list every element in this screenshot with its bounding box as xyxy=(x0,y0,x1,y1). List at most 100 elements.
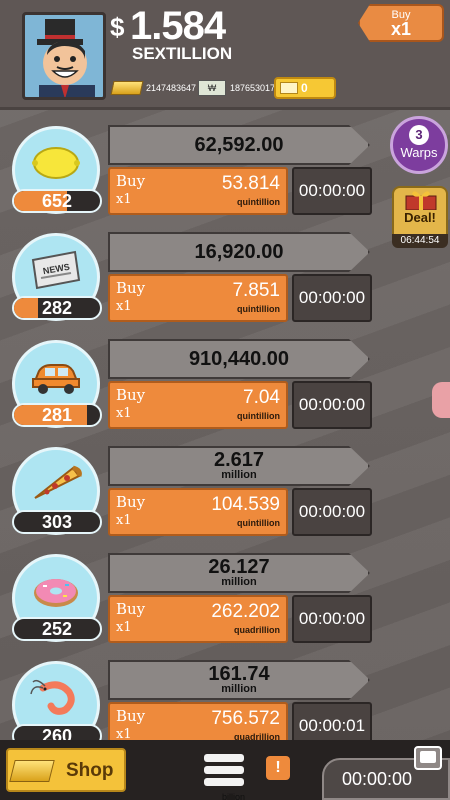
menu-icon[interactable] xyxy=(204,754,244,788)
business-timer: 00:00:00 xyxy=(292,488,372,536)
buy-cost: 7.851 xyxy=(232,280,280,301)
buy-label: Buy xyxy=(116,600,146,618)
business-timer: 00:00:00 xyxy=(292,274,372,322)
business-row: 281 910,440.00 Buy x1 7.04 quintillion 0… xyxy=(0,326,450,434)
buy-cost: 756.572 xyxy=(211,708,280,729)
revenue-banner: 62,592.00 xyxy=(108,125,370,165)
gift-icon xyxy=(405,191,437,210)
revenue-banner: 161.74 million xyxy=(108,660,370,700)
revenue-value: 26.127 xyxy=(208,556,270,578)
peek-unit: billion xyxy=(222,792,246,800)
buy-cost-unit: quintillion xyxy=(237,411,280,421)
business-row: 260 161.74 million Buy x1 756.572 quadri… xyxy=(0,647,450,755)
pizza-icon xyxy=(34,465,82,499)
buy-cost-unit: quadrillion xyxy=(234,625,280,635)
avatar[interactable] xyxy=(22,12,106,100)
gold-bar-icon xyxy=(110,81,144,95)
business-row: 303 2.617 million Buy x1 104.539 quintil… xyxy=(0,433,450,541)
revenue-banner: 2.617 million xyxy=(108,446,370,486)
header: $ 1.584 SEXTILLION 2147483647 ₩ 18765301… xyxy=(0,0,450,110)
buy-business-button[interactable]: Buy x1 7.851 quintillion xyxy=(108,274,288,322)
deal-label: Deal! xyxy=(404,210,436,225)
shrimp-icon xyxy=(30,679,75,715)
money-value: 1.584 xyxy=(130,4,226,48)
ticket-resource[interactable]: 0 xyxy=(274,77,336,99)
business-count: 282 xyxy=(41,298,73,318)
business-count: 303 xyxy=(41,512,73,532)
buy-cost-unit: quintillion xyxy=(237,304,280,314)
revenue-banner: 26.127 million xyxy=(108,553,370,593)
buy-business-button[interactable]: Buy x1 7.04 quintillion xyxy=(108,381,288,429)
deal-button[interactable]: Deal! 06:44:54 xyxy=(392,186,448,248)
revenue-banner: 910,440.00 xyxy=(108,339,370,379)
business-row: 652 62,592.00 Buy x1 53.814 quintillion … xyxy=(0,112,450,220)
buy-label: Buy xyxy=(116,279,146,297)
shop-label: Shop xyxy=(66,760,114,781)
revenue-banner: 16,920.00 xyxy=(108,232,370,272)
buy-cost: 262.202 xyxy=(211,601,280,622)
revenue-value: 62,592.00 xyxy=(194,134,284,156)
revenue-value: 16,920.00 xyxy=(194,241,284,263)
buy-label: Buy xyxy=(116,707,146,725)
revenue-unit: million xyxy=(221,469,257,481)
business-row: 252 26.127 million Buy x1 262.202 quadri… xyxy=(0,540,450,648)
buy-business-button[interactable]: Buy x1 262.202 quadrillion xyxy=(108,595,288,643)
deal-timer: 06:44:54 xyxy=(392,234,448,248)
donut-icon xyxy=(34,579,78,607)
tycoon-avatar-icon xyxy=(37,19,95,97)
buy-quantity: x1 xyxy=(116,620,132,635)
business-count-bar: 303 xyxy=(12,510,102,534)
newspaper-icon: NEWS xyxy=(31,250,81,290)
ticket-icon xyxy=(280,82,298,94)
bottom-bar: Shop billion ! 00:00:00 xyxy=(0,740,450,800)
buy-quantity: x1 xyxy=(116,513,132,528)
buy-cost-unit: quintillion xyxy=(237,518,280,528)
warps-label: Warps xyxy=(400,145,438,160)
business-count: 281 xyxy=(41,405,73,425)
business-row: NEWS 282 16,920.00 Buy x1 7.851 quintill… xyxy=(0,219,450,327)
alert-button[interactable]: ! xyxy=(266,756,290,780)
business-count-bar: 652 xyxy=(12,189,102,213)
tv-icon[interactable] xyxy=(414,746,442,770)
cash-resource: ₩ 1876530176 xyxy=(198,78,280,98)
ticket-counter[interactable]: 0 xyxy=(274,77,336,99)
buy-quantity: x1 xyxy=(116,192,132,207)
tv-timer-value: 00:00:00 xyxy=(342,769,413,789)
buy-multiplier-value: x1 xyxy=(390,19,412,39)
business-count-bar: 281 xyxy=(12,403,102,427)
cash-stack-icon: ₩ xyxy=(198,80,226,96)
business-timer: 00:00:00 xyxy=(292,595,372,643)
side-character-peek[interactable] xyxy=(432,382,450,418)
revenue-unit: million xyxy=(221,683,257,695)
revenue-value: 161.74 xyxy=(208,663,270,685)
buy-cost-unit: quintillion xyxy=(237,197,280,207)
lemon-icon xyxy=(32,147,80,179)
gold-bars-icon xyxy=(9,760,55,782)
buy-cost: 7.04 xyxy=(243,387,280,408)
buy-quantity: x1 xyxy=(116,406,132,421)
business-timer: 00:00:00 xyxy=(292,381,372,429)
business-count-bar: 282 xyxy=(12,296,102,320)
buy-label: Buy xyxy=(116,493,146,511)
buy-cost: 53.814 xyxy=(221,173,280,194)
buy-business-button[interactable]: Buy x1 104.539 quintillion xyxy=(108,488,288,536)
buy-multiplier-button[interactable]: Buy x1 xyxy=(358,4,444,42)
revenue-unit: million xyxy=(221,576,257,588)
buy-cost: 104.539 xyxy=(211,494,280,515)
gold-resource: 2147483647 xyxy=(110,78,197,98)
currency-symbol: $ xyxy=(110,12,125,42)
shop-button[interactable]: Shop xyxy=(6,748,126,792)
cash-amount: 1876530176 xyxy=(230,83,281,93)
warps-button[interactable]: 3 Warps xyxy=(390,116,448,174)
business-count: 652 xyxy=(41,191,73,211)
revenue-value: 2.617 xyxy=(213,449,265,471)
money-unit: SEXTILLION xyxy=(132,44,233,63)
ticket-count: 0 xyxy=(301,81,308,95)
buy-business-button[interactable]: Buy x1 53.814 quintillion xyxy=(108,167,288,215)
buy-label: Buy xyxy=(116,172,146,190)
business-timer: 00:00:00 xyxy=(292,167,372,215)
gold-amount: 2147483647 xyxy=(146,83,197,93)
buy-quantity: x1 xyxy=(116,299,132,314)
business-count-bar: 252 xyxy=(12,617,102,641)
warps-count: 3 xyxy=(409,125,429,145)
